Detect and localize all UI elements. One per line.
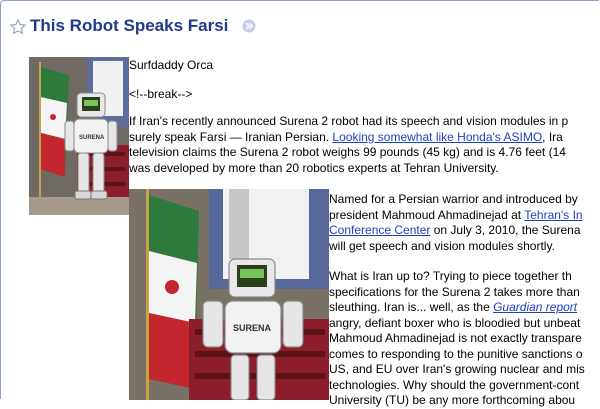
paragraph-line: Mahmoud Ahmadinejad is not exactly trans… — [329, 331, 582, 345]
star-outline-icon[interactable] — [9, 18, 27, 36]
text-segment: on July 3, 2010, the Surena — [430, 223, 581, 237]
text-segment: , Ira — [542, 129, 563, 144]
paragraph-line: specifications for the Surena 2 takes mo… — [329, 284, 580, 299]
text-segment: sleuthing. Iran is... well, as the — [329, 300, 494, 314]
paragraph-3: What is Iran up to? Trying to piece toge… — [329, 269, 585, 409]
break-marker: <!--break--> — [129, 87, 193, 101]
robot-thumbnail-image[interactable]: SURENA — [29, 57, 129, 215]
paragraph-line: Conference Center on July 3, 2010, the S… — [329, 223, 583, 239]
svg-text:SURENA: SURENA — [233, 323, 272, 333]
paragraph-line: sleuthing. Iran is... well, as the Guard… — [329, 300, 585, 316]
guardian-report-link[interactable]: Guardian report — [493, 300, 577, 314]
tehran-conference-link[interactable]: Tehran's In — [524, 208, 582, 222]
paragraph-line: was developed by more than 20 robotics e… — [129, 160, 499, 175]
post-header: This Robot Speaks Farsi — [0, 8, 600, 42]
paragraph-line: will get speech and vision modules short… — [329, 238, 555, 253]
asimo-link[interactable]: Looking somewhat like Honda's ASIMO — [332, 130, 542, 144]
paragraph-line: US, and EU over Iran's growing nuclear a… — [329, 362, 585, 376]
post-author: Surfdaddy Orca — [129, 58, 214, 72]
paragraph-line: technologies. Why should the government-… — [329, 377, 580, 392]
paragraph-line: angry, defiant boxer who is bloodied but… — [329, 315, 581, 330]
post-title[interactable]: This Robot Speaks Farsi — [30, 16, 228, 36]
double-chevron-right-icon[interactable] — [242, 19, 256, 33]
svg-text:SURENA: SURENA — [79, 135, 105, 141]
paragraph-1: If Iran's recently announced Surena 2 ro… — [129, 114, 568, 176]
text-segment: surely speak Farsi — Iranian Persian. — [129, 129, 333, 144]
paragraph-line: president Mahmoud Ahmadinejad at Tehran'… — [329, 208, 583, 224]
paragraph-2: Named for a Persian warrior and introduc… — [329, 192, 583, 254]
paragraph-line: comes to responding to the punitive sanc… — [329, 346, 583, 361]
paragraph-line: If Iran's recently announced Surena 2 ro… — [129, 114, 569, 128]
paragraph-line: Named for a Persian warrior and introduc… — [329, 192, 578, 206]
conference-center-link[interactable]: Conference Center — [329, 223, 430, 237]
paragraph-line: television claims the Surena 2 robot wei… — [129, 145, 566, 159]
paragraph-line: What is Iran up to? Trying to piece toge… — [329, 269, 572, 283]
text-segment: president Mahmoud Ahmadinejad at — [329, 207, 525, 222]
paragraph-line: surely speak Farsi — Iranian Persian. Lo… — [129, 130, 568, 146]
paragraph-line: University (TU) be any more forthcoming … — [329, 393, 576, 407]
robot-large-image[interactable]: SURENA — [129, 189, 329, 400]
